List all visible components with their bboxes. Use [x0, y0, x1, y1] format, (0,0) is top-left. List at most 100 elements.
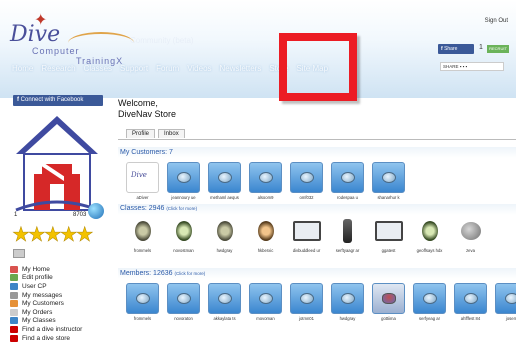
customer-item[interactable]: Dive aDiver: [122, 162, 163, 200]
class-item[interactable]: novostman: [163, 215, 204, 253]
customer-item[interactable]: omf032: [286, 162, 327, 200]
class-item[interactable]: serftyaagr ar: [327, 215, 368, 253]
sign-out-link[interactable]: Sign Out: [485, 18, 508, 24]
members-row: frommels novoraton akkaylata ts movoman …: [122, 283, 516, 321]
classes-more-link[interactable]: (Click for more): [166, 206, 197, 211]
sidebar-item-label: My Customers: [22, 300, 64, 308]
globe-icon[interactable]: [88, 203, 104, 219]
customer-name: aDiver: [136, 195, 149, 200]
tab-divider: [118, 139, 516, 140]
share-bar-label: SHARE: [443, 64, 459, 69]
class-name: hkberxic: [257, 248, 274, 253]
mail-icon[interactable]: [13, 249, 25, 258]
sidebar-item-my-classes[interactable]: My Classes: [10, 317, 82, 326]
member-item[interactable]: josem: [491, 283, 516, 321]
member-item[interactable]: gottiima: [368, 283, 409, 321]
sidebar-item-label: User CP: [22, 282, 47, 290]
customer-avatar: [290, 162, 323, 193]
nav-forum[interactable]: Forum: [156, 64, 179, 73]
logo-text-dive: Dive: [10, 22, 61, 47]
customer-item[interactable]: shanarhur k: [368, 162, 409, 200]
class-item[interactable]: zeva: [450, 215, 491, 253]
member-avatar: [249, 283, 282, 314]
member-item[interactable]: movoman: [245, 283, 286, 321]
nav-videos[interactable]: Videos: [187, 64, 211, 73]
member-name: movoman: [256, 316, 275, 321]
dive-computer-icon: [300, 172, 314, 183]
person-photo-icon: [382, 293, 396, 304]
dive-computer-icon: [136, 293, 150, 304]
member-item[interactable]: serfyeag ar: [409, 283, 450, 321]
customer-item[interactable]: rodespaa u: [327, 162, 368, 200]
members-title[interactable]: Members: 12636 (Click for more): [120, 270, 205, 277]
customer-avatar: [208, 162, 241, 193]
class-item[interactable]: hwdgray: [204, 215, 245, 253]
dive-computer-icon: [382, 172, 396, 183]
class-name: zeva: [466, 248, 475, 253]
customer-avatar: [167, 162, 200, 193]
tab-profile[interactable]: Profile: [126, 129, 156, 138]
class-item[interactable]: divbuddleed ur: [286, 215, 327, 253]
member-name: ahfffest 84: [460, 316, 481, 321]
member-avatar: [208, 283, 241, 314]
class-item[interactable]: geoffsays hdx: [409, 215, 450, 253]
class-item[interactable]: frommels: [122, 215, 163, 253]
sidebar-item-find-store[interactable]: Find a dive store: [10, 334, 82, 343]
nav-home[interactable]: Home: [12, 64, 33, 73]
sidebar-item-my-home[interactable]: My Home: [10, 265, 82, 274]
facebook-connect-button[interactable]: f Connect with Facebook: [13, 95, 103, 106]
member-item[interactable]: jotmn01: [286, 283, 327, 321]
logo-text-computer: Computer: [32, 46, 80, 56]
member-item[interactable]: novoraton: [163, 283, 204, 321]
recruit-button[interactable]: RECRUIT: [487, 45, 509, 53]
sidebar-item-my-messages[interactable]: My messages: [10, 291, 82, 300]
facebook-share-button[interactable]: f Share: [438, 44, 474, 54]
sidebar-item-my-customers[interactable]: My Customers: [10, 299, 82, 308]
dive-computer-icon: [464, 293, 478, 304]
site-logo[interactable]: ✦ Dive Computer TrainingX: [8, 10, 134, 66]
member-name: jotmn01: [299, 316, 314, 321]
customer-name: alsoom9: [257, 195, 274, 200]
addthis-share-bar[interactable]: SHARE ▪ ▪ ▪: [440, 62, 504, 71]
member-item[interactable]: ahfffest 84: [450, 283, 491, 321]
sidebar-item-label: Edit profile: [22, 274, 53, 282]
sidebar-item-user-cp[interactable]: User CP: [10, 282, 82, 291]
nav-classes[interactable]: Classes: [84, 64, 112, 73]
dive-computer-icon: [259, 293, 273, 304]
class-item[interactable]: hkberxic: [245, 215, 286, 253]
member-name: serfyeag ar: [419, 316, 440, 321]
customer-name: omf032: [299, 195, 314, 200]
class-name: serftyaagr ar: [335, 248, 360, 253]
dive-computer-icon: [300, 293, 314, 304]
sidebar-item-find-instructor[interactable]: Find a dive instructor: [10, 325, 82, 334]
class-item[interactable]: ggatest: [368, 215, 409, 253]
tab-inbox[interactable]: Inbox: [158, 129, 185, 138]
classes-title[interactable]: Classes: 2946 (Click for more): [120, 205, 197, 212]
member-name: akkaylata ts: [213, 316, 236, 321]
dive-computer-screen-icon: [290, 215, 323, 246]
customers-title[interactable]: My Customers: 7: [120, 149, 173, 156]
sidebar-menu: My Home Edit profile User CP My messages…: [10, 265, 82, 342]
member-name: gottiima: [381, 316, 396, 321]
nav-newsletters[interactable]: Newsletters: [220, 64, 262, 73]
sidebar-item-label: My messages: [22, 291, 63, 299]
member-item[interactable]: hwdgray: [327, 283, 368, 321]
nav-research[interactable]: Research: [41, 64, 75, 73]
customer-avatar: Dive: [126, 162, 159, 193]
member-item[interactable]: akkaylata ts: [204, 283, 245, 321]
member-avatar: [454, 283, 487, 314]
dive-logo-thumbnail: Dive: [131, 171, 147, 179]
site-tagline: Community (beta): [130, 36, 194, 45]
member-name: frommels: [133, 316, 152, 321]
document-icon: [10, 308, 18, 316]
customer-item[interactable]: methaml aequs: [204, 162, 245, 200]
customer-name: rodespaa u: [337, 195, 358, 200]
sidebar-item-edit-profile[interactable]: Edit profile: [10, 274, 82, 283]
customer-item[interactable]: alsoom9: [245, 162, 286, 200]
store-avatar-image: [15, 116, 99, 212]
nav-support[interactable]: Support: [120, 64, 148, 73]
members-more-link[interactable]: (Click for more): [174, 271, 205, 276]
member-item[interactable]: frommels: [122, 283, 163, 321]
customer-item[interactable]: jeannoury ue: [163, 162, 204, 200]
sidebar-item-my-orders[interactable]: My Orders: [10, 308, 82, 317]
